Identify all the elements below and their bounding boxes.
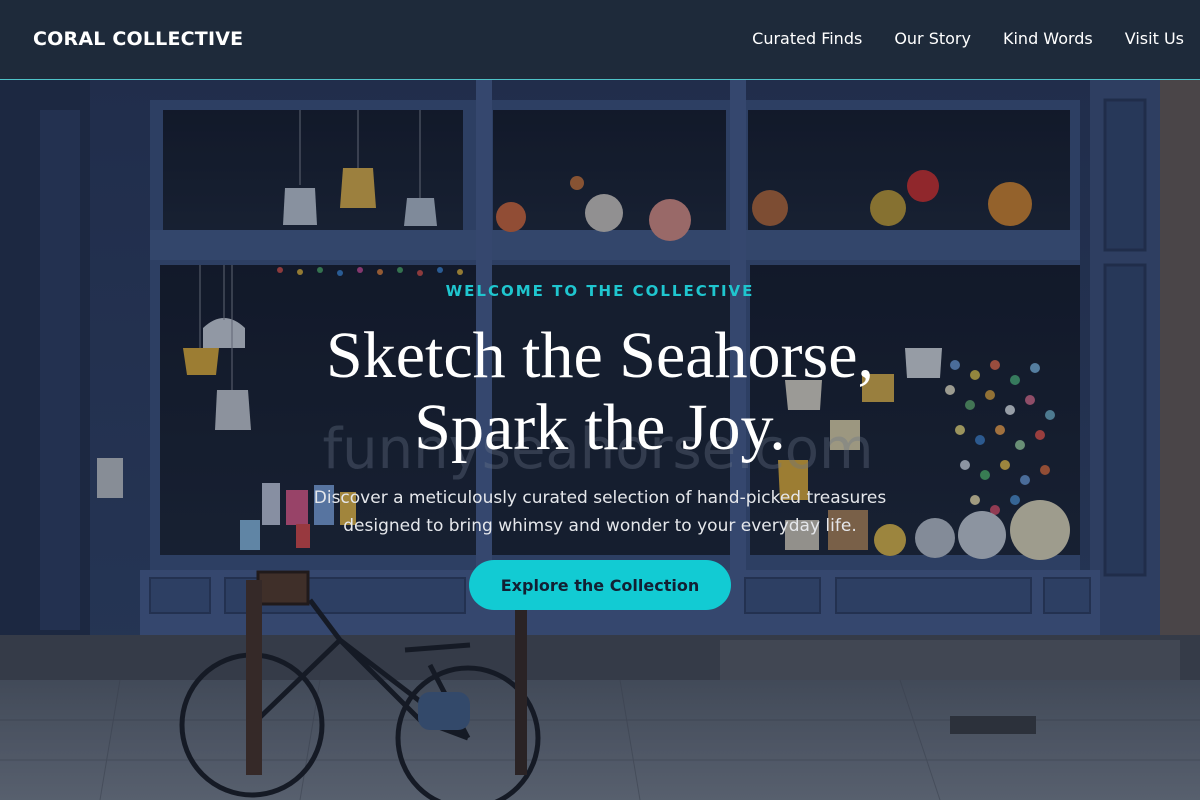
nav-link-curated-finds[interactable]: Curated Finds (752, 29, 862, 48)
hero-eyebrow: WELCOME TO THE COLLECTIVE (445, 282, 755, 300)
top-navigation: CORAL COLLECTIVE Curated Finds Our Story… (0, 0, 1200, 80)
hero-subtext: Discover a meticulously curated selectio… (313, 488, 887, 536)
brand-logo[interactable]: CORAL COLLECTIVE (33, 28, 243, 50)
headline-line-2: Spark the Joy. (414, 391, 786, 464)
nav-link-our-story[interactable]: Our Story (894, 29, 971, 48)
nav-links: Curated Finds Our Story Kind Words Visit… (752, 29, 1184, 48)
explore-collection-button[interactable]: Explore the Collection (469, 560, 731, 610)
hero-headline: Sketch the Seahorse, Spark the Joy. (200, 320, 1000, 464)
headline-line-1: Sketch the Seahorse, (325, 319, 874, 392)
nav-link-kind-words[interactable]: Kind Words (1003, 29, 1093, 48)
hero-section: funnyseahorse.com WELCOME TO THE COLLECT… (0, 80, 1200, 800)
hero-content: WELCOME TO THE COLLECTIVE Sketch the Sea… (0, 282, 1200, 610)
nav-link-visit-us[interactable]: Visit Us (1125, 29, 1184, 48)
